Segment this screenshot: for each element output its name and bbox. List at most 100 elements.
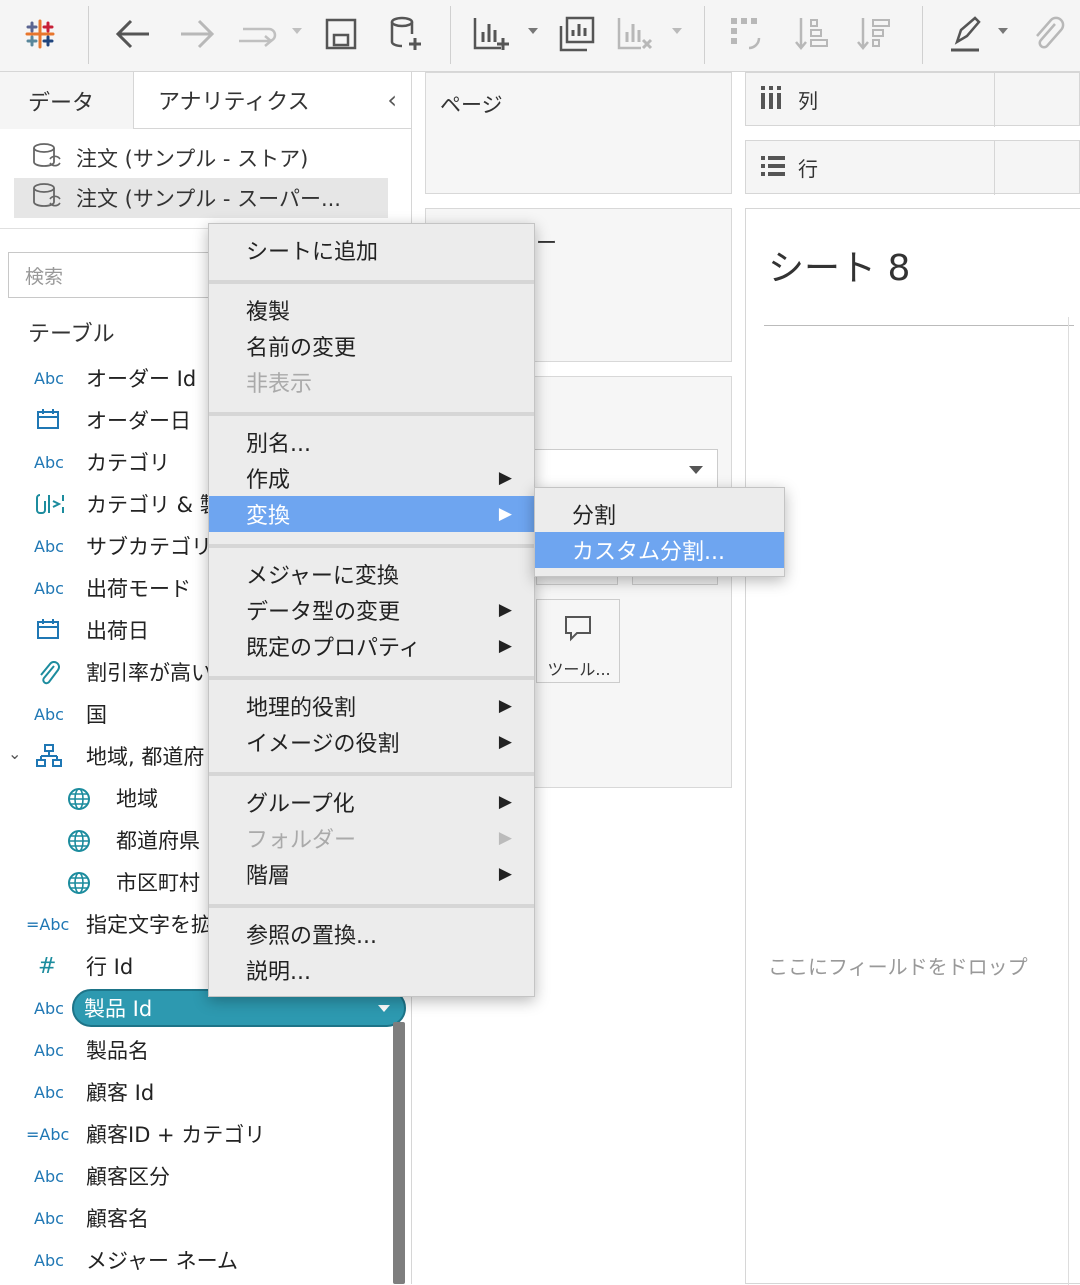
- field-label: カテゴリ & 製: [86, 493, 221, 517]
- field-label: オーダー日: [86, 409, 191, 433]
- menu-hierarchy[interactable]: 階層 ▶: [209, 856, 534, 892]
- field-type-badge: =Abc: [26, 914, 70, 934]
- sort-desc-icon[interactable]: [852, 10, 898, 58]
- scrollbar[interactable]: [393, 1022, 405, 1284]
- field-type-badge: Abc: [34, 1166, 64, 1186]
- field-label: 顧客名: [86, 1207, 149, 1231]
- field-item[interactable]: Abc 顧客区分: [0, 1155, 412, 1197]
- submenu-split[interactable]: 分割: [535, 496, 784, 532]
- submenu-custom-split[interactable]: カスタム分割...: [535, 532, 784, 568]
- field-type-badge: Abc: [34, 1040, 64, 1060]
- menu-convert-to-measure[interactable]: メジャーに変換: [209, 556, 534, 592]
- submenu-arrow-icon: ▶: [498, 600, 512, 620]
- collapse-chevron-icon[interactable]: ‹: [387, 86, 397, 114]
- forward-icon[interactable]: [174, 10, 220, 58]
- field-type-badge: Abc: [34, 452, 64, 472]
- menu-separator: [209, 772, 534, 776]
- tab-analytics[interactable]: アナリティクス ‹: [134, 72, 411, 129]
- combined-icon: [36, 492, 68, 520]
- field-label: 市区町村: [116, 871, 200, 895]
- back-icon[interactable]: [110, 10, 156, 58]
- view-canvas[interactable]: シート 8 ここにフィールドをドロップ: [745, 208, 1080, 1285]
- submenu-arrow-icon: ▶: [498, 504, 512, 524]
- datasource-item-selected[interactable]: 注文 (サンプル - スーパー...: [14, 178, 388, 218]
- expand-chevron-icon[interactable]: ⌄: [8, 744, 21, 763]
- field-item[interactable]: Abc 顧客 Id: [0, 1071, 412, 1113]
- menu-group-by[interactable]: グループ化 ▶: [209, 784, 534, 820]
- clip-icon: [36, 660, 60, 690]
- menu-transform[interactable]: 変換 ▶: [209, 496, 534, 532]
- field-item[interactable]: Abc 製品名: [0, 1029, 412, 1071]
- menu-rename[interactable]: 名前の変更: [209, 328, 534, 364]
- menu-geographic-role[interactable]: 地理的役割 ▶: [209, 688, 534, 724]
- field-label: 地域: [116, 787, 158, 811]
- filters-label: ー: [536, 231, 557, 255]
- pages-shelf[interactable]: ページ: [425, 72, 732, 194]
- submenu-arrow-icon: ▶: [498, 636, 512, 656]
- rows-shelf[interactable]: 行: [745, 140, 1080, 195]
- menu-separator: [209, 412, 534, 416]
- menu-separator: [209, 676, 534, 680]
- field-label: 顧客区分: [86, 1165, 170, 1189]
- attach-icon[interactable]: [1024, 10, 1070, 58]
- context-menu: シートに追加 複製 名前の変更非表示別名... 作成 ▶ 変換 ▶ メジャーに変換 データ型の変…: [208, 223, 535, 997]
- globe-icon: [66, 870, 92, 900]
- menu-replace-references[interactable]: 参照の置換...: [209, 916, 534, 952]
- search-input[interactable]: 検索: [8, 252, 228, 298]
- field-type-badge: =Abc: [26, 1124, 70, 1144]
- date-icon: [36, 618, 60, 644]
- datasource-icon: [30, 181, 66, 216]
- field-label: 指定文字を拡: [86, 913, 212, 937]
- pages-label: ページ: [440, 93, 503, 117]
- sort-asc-icon[interactable]: [790, 10, 836, 58]
- field-item[interactable]: =Abc 顧客ID + カテゴリ: [0, 1113, 412, 1155]
- menu-add-to-sheet[interactable]: シートに追加: [209, 232, 534, 268]
- menu-create[interactable]: 作成 ▶: [209, 460, 534, 496]
- menu-change-data-type[interactable]: データ型の変更 ▶: [209, 592, 534, 628]
- columns-shelf[interactable]: 列: [745, 72, 1080, 127]
- field-label: 顧客ID + カテゴリ: [86, 1123, 266, 1147]
- field-label: カテゴリ: [86, 451, 170, 475]
- new-worksheet-icon[interactable]: [468, 10, 514, 58]
- new-datasource-icon[interactable]: [382, 10, 428, 58]
- tooltip-button[interactable]: ツール...: [536, 599, 620, 683]
- tableau-logo-icon[interactable]: [20, 10, 60, 58]
- field-item[interactable]: Abc メジャー ネーム: [0, 1239, 412, 1281]
- menu-duplicate[interactable]: 複製: [209, 292, 534, 328]
- sheet-title[interactable]: シート 8: [768, 239, 910, 291]
- field-label: 割引率が高い: [86, 661, 212, 685]
- field-type-badge: Abc: [34, 536, 64, 556]
- field-type-badge: #: [38, 953, 57, 979]
- submenu-arrow-icon: ▶: [498, 732, 512, 752]
- redo-icon[interactable]: [234, 10, 280, 58]
- globe-icon: [66, 786, 92, 816]
- datasource-item[interactable]: 注文 (サンプル - ストア): [14, 138, 388, 178]
- field-label: 製品 Id: [84, 997, 153, 1021]
- columns-icon: [760, 85, 782, 116]
- field-label: 顧客 Id: [86, 1081, 155, 1105]
- tooltip-icon: [565, 616, 591, 642]
- menu-describe[interactable]: 説明...: [209, 952, 534, 988]
- tab-data[interactable]: データ: [0, 72, 134, 129]
- field-type-badge: Abc: [34, 1082, 64, 1102]
- menu-image-role[interactable]: イメージの役割 ▶: [209, 724, 534, 760]
- field-label: 製品名: [86, 1039, 149, 1063]
- duplicate-sheet-icon[interactable]: [554, 10, 600, 58]
- menu-folders: フォルダー ▶: [246, 828, 512, 853]
- drop-hint: ここにフィールドをドロップ: [768, 955, 1028, 979]
- menu-default-properties[interactable]: 既定のプロパティ ▶: [209, 628, 534, 664]
- submenu-arrow-icon: ▶: [498, 696, 512, 716]
- highlight-icon[interactable]: [944, 10, 990, 58]
- rows-icon: [760, 155, 786, 182]
- clear-sheet-icon[interactable]: [612, 10, 658, 58]
- save-icon[interactable]: [320, 10, 362, 58]
- field-type-badge: Abc: [34, 578, 64, 598]
- field-type-badge: Abc: [34, 998, 64, 1018]
- chevron-down-icon[interactable]: [378, 1005, 390, 1012]
- swap-icon[interactable]: [724, 10, 770, 58]
- field-item[interactable]: Abc 顧客名: [0, 1197, 412, 1239]
- field-type-badge: Abc: [34, 368, 64, 388]
- menu-hide: 非表示: [246, 372, 313, 397]
- menu-alias[interactable]: 別名...: [209, 424, 534, 460]
- field-label: 出荷モード: [86, 577, 191, 601]
